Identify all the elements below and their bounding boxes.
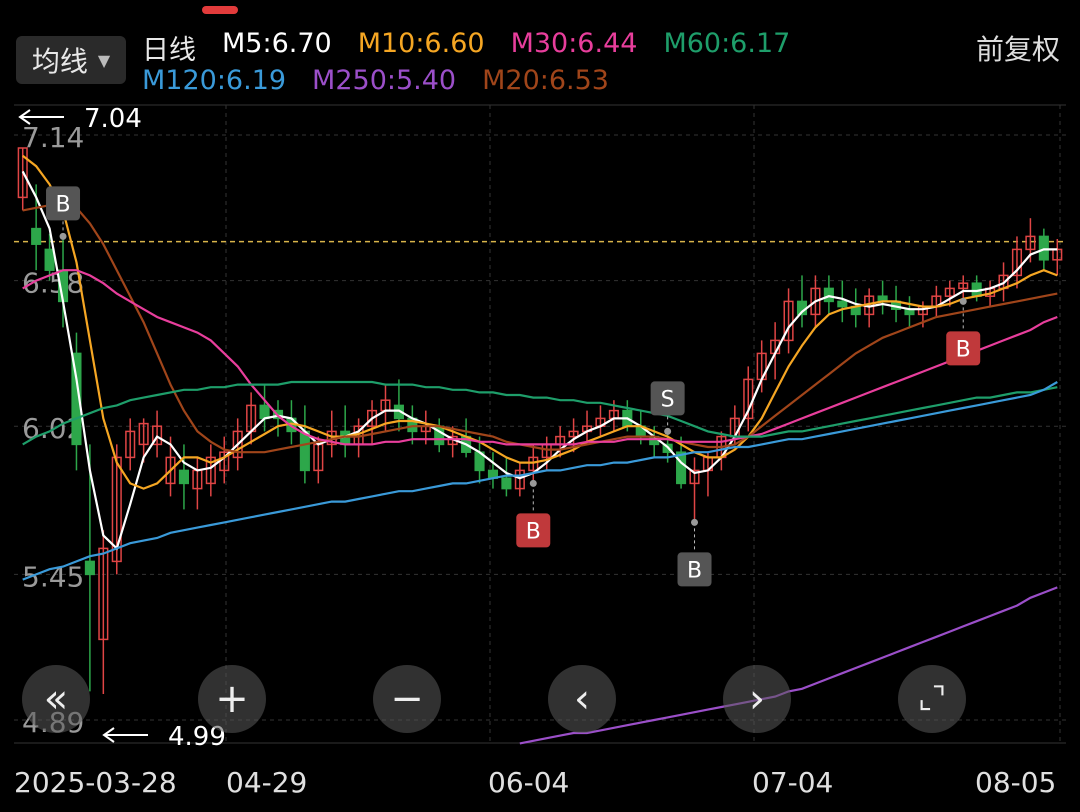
trade-marker-label: S: [661, 387, 675, 412]
ma10-legend: M10:6.60: [357, 28, 485, 59]
candle-body: [837, 300, 848, 308]
candle-body: [259, 404, 270, 420]
candle-body: [44, 248, 55, 271]
zoom-out-icon[interactable]: −: [373, 665, 441, 733]
adjust-mode-button[interactable]: 前复权: [976, 28, 1060, 68]
x-tick-label: 2025-03-28: [14, 766, 177, 799]
ma20-legend: M20:6.53: [482, 65, 609, 96]
high-price-label: 7.04: [84, 104, 142, 134]
candlestick-chart[interactable]: 7.146.586.025.454.89BSBBB7.044.99: [0, 100, 1080, 760]
candle-body: [676, 451, 687, 485]
ma120-legend: M120:6.19: [142, 65, 287, 96]
ma60-legend: M60:6.17: [663, 28, 791, 59]
x-tick-label: 07-04: [752, 766, 834, 799]
ma-type-dropdown[interactable]: 均线 ▼: [16, 36, 126, 84]
x-tick-label: 04-29: [226, 766, 308, 799]
ma-line-m30: [22, 269, 1058, 446]
ma250-legend: M250:5.40: [312, 65, 457, 96]
top-indicator: [202, 6, 238, 14]
ma-line-m10: [22, 154, 1058, 490]
ma-legend-row-2: M120:6.19 M250:5.40 M20:6.53: [142, 65, 609, 96]
ma5-legend: M5:6.70: [222, 28, 332, 59]
candle-body: [31, 227, 42, 245]
ma-type-label: 均线: [31, 45, 88, 78]
fullscreen-icon[interactable]: ⌞⌝: [898, 665, 966, 733]
x-tick-label: 06-04: [488, 766, 570, 799]
candle-body: [178, 469, 189, 485]
ma-line-m5: [21, 170, 1058, 551]
marker-anchor-dot: [529, 479, 537, 487]
zoom-in-icon[interactable]: +: [198, 665, 266, 733]
ma30-legend: M30:6.44: [510, 28, 638, 59]
caret-down-icon: ▼: [97, 50, 111, 70]
trade-marker-label: B: [526, 519, 541, 544]
trade-marker-label: B: [55, 192, 70, 217]
candle-body: [501, 477, 512, 490]
ma-line-m20: [22, 201, 1058, 454]
marker-anchor-dot: [664, 427, 672, 435]
ma-line-m60: [22, 380, 1058, 446]
prev-icon[interactable]: ‹: [548, 665, 616, 733]
candle-body: [84, 560, 95, 576]
trade-marker-label: B: [687, 558, 702, 583]
candle-body: [823, 287, 834, 303]
marker-anchor-dot: [59, 232, 67, 240]
x-tick-label: 08-05: [975, 766, 1057, 799]
ma-legend-row-1: 日线 M5:6.70 M10:6.60 M30:6.44 M60:6.17: [142, 28, 790, 67]
candle-body: [299, 430, 310, 472]
marker-anchor-dot: [959, 297, 967, 305]
y-tick-label: 7.14: [22, 121, 84, 154]
marker-anchor-dot: [691, 518, 699, 526]
trade-marker-label: B: [956, 337, 971, 362]
rewind-icon[interactable]: «: [22, 665, 90, 733]
next-icon[interactable]: ›: [723, 665, 791, 733]
candle-body: [1038, 235, 1049, 261]
period-label: 日线: [142, 35, 196, 66]
